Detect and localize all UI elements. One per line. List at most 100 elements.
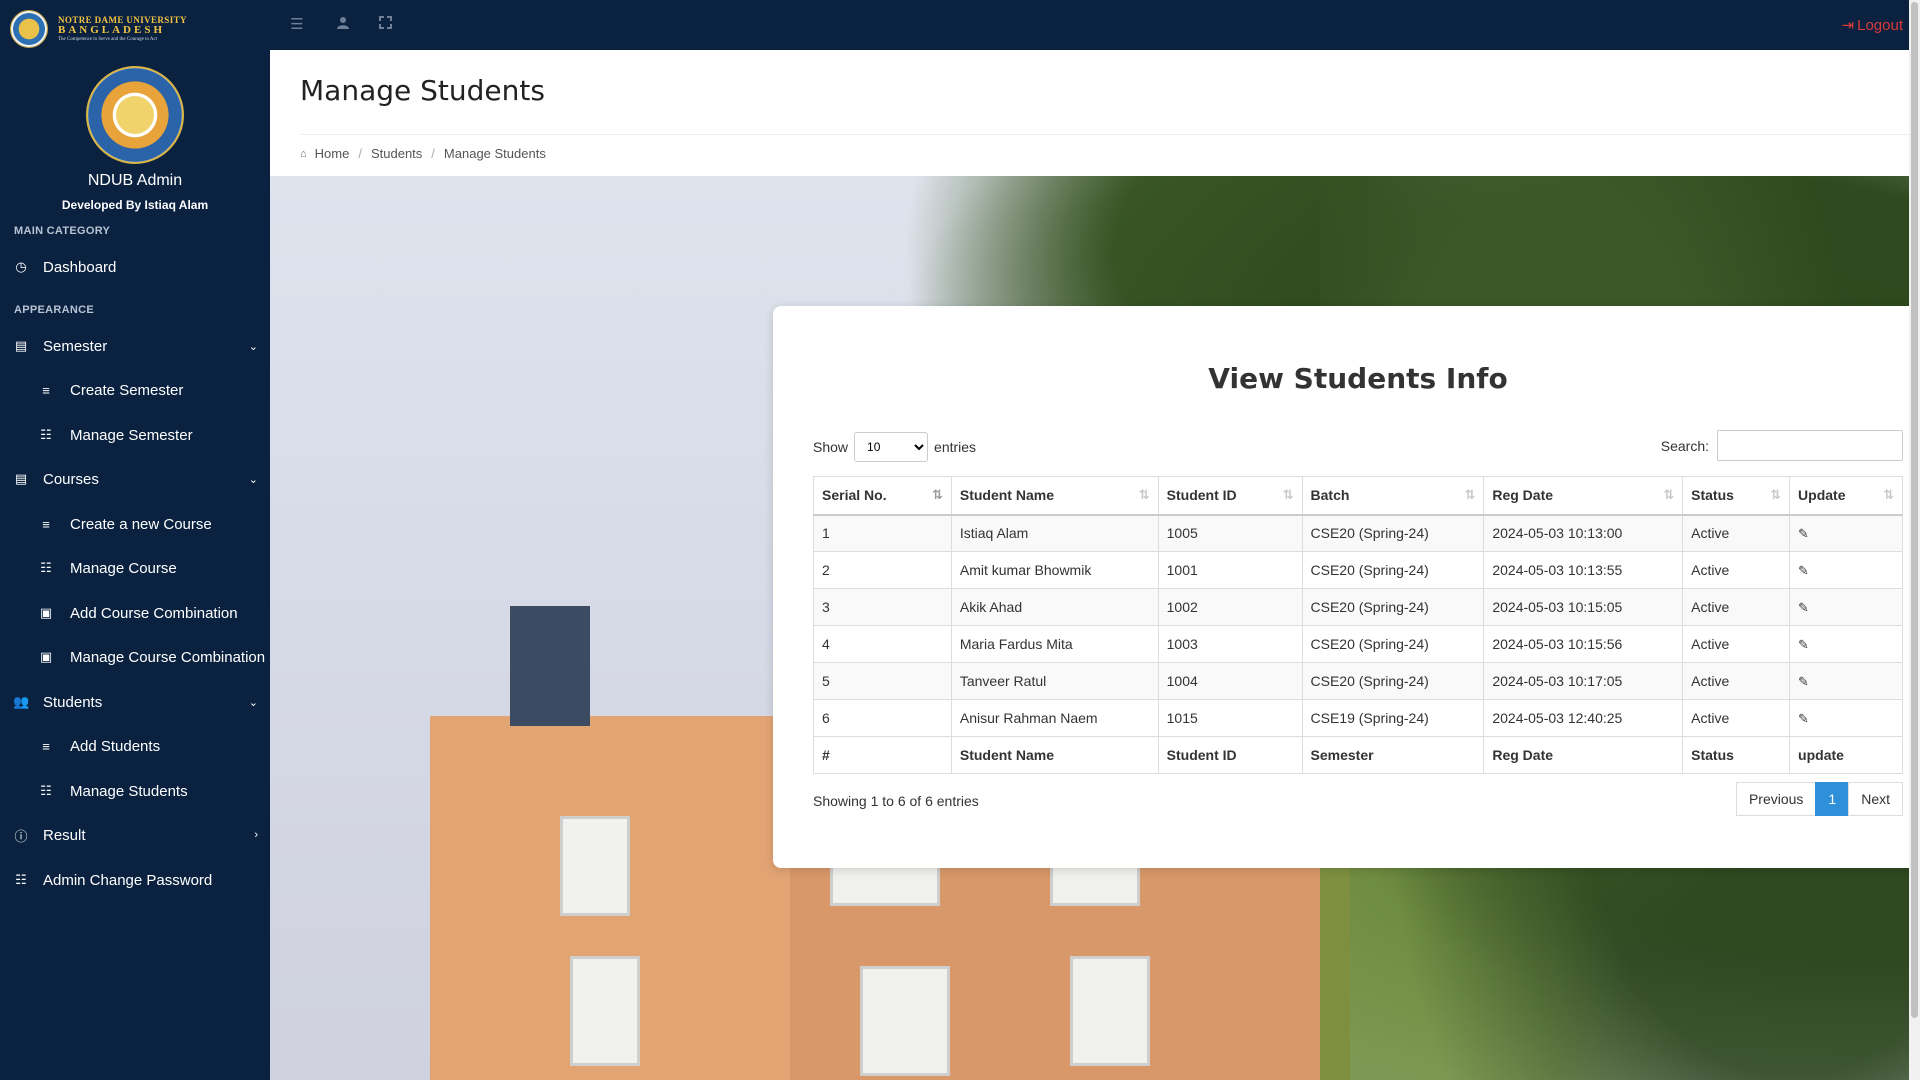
sign-out-icon: ⇥ <box>1841 17 1855 34</box>
user-icon[interactable] <box>334 16 352 34</box>
column-header-status[interactable]: Status ⇅ <box>1682 476 1791 516</box>
sidebar-item-label: Manage Course Combination <box>70 648 266 666</box>
sidebar-item-manage-semester[interactable]: ☷ Manage Semester <box>0 415 270 455</box>
breadcrumb-current: Manage Students <box>443 146 546 161</box>
breadcrumb-home[interactable]: Home <box>315 146 350 161</box>
sort-icon: ⇅ <box>1138 487 1150 502</box>
column-label: Student Name <box>959 487 1054 504</box>
building-window <box>560 816 630 916</box>
column-header-update[interactable]: Update ⇅ <box>1789 476 1903 516</box>
sidebar-item-label: Semester <box>43 337 108 355</box>
cell-reg-date: 2024-05-03 10:13:00 <box>1483 514 1684 552</box>
cell-status: Active <box>1682 588 1791 626</box>
column-header-reg-date[interactable]: Reg Date ⇅ <box>1483 476 1684 516</box>
cell-student-name: Amit kumar Bhowmik <box>950 551 1159 589</box>
footer-update: update <box>1789 736 1903 774</box>
menu-toggle-icon[interactable]: ☰ <box>288 16 306 34</box>
column-label: Serial No. <box>822 487 887 504</box>
sort-asc-icon: ⇅ <box>931 487 943 502</box>
logout-button[interactable]: ⇥ Logout <box>1841 16 1903 35</box>
table-row: 3 Akik Ahad 1002 CSE20 (Spring-24) 2024-… <box>813 588 1903 626</box>
cell-serial: 2 <box>813 551 952 589</box>
dashboard-icon: ◷ <box>15 259 27 274</box>
table-icon: ☷ <box>40 560 52 575</box>
building-upper <box>510 606 590 726</box>
university-brand[interactable]: NOTRE DAME UNIVERSITY BANGLADESH The Com… <box>10 8 187 50</box>
sidebar-item-label: Courses <box>43 470 99 488</box>
cell-update: ✎ <box>1789 514 1903 552</box>
cell-student-id: 1001 <box>1157 551 1303 589</box>
card-icon: ▣ <box>39 605 53 620</box>
cell-update: ✎ <box>1789 625 1903 663</box>
students-card: View Students Info Show 10 entries Searc… <box>773 306 1909 868</box>
edit-icon[interactable]: ✎ <box>1798 526 1809 541</box>
column-header-serial[interactable]: Serial No. ⇅ <box>813 476 952 516</box>
section-main-category: MAIN CATEGORY <box>14 225 111 237</box>
table-header-row: Serial No. ⇅ Student Name ⇅ Student ID ⇅ Ba… <box>813 476 1903 516</box>
sidebar-item-manage-course-combination[interactable]: ▣ Manage Course Combination <box>0 637 270 677</box>
cell-student-name: Maria Fardus Mita <box>950 625 1159 663</box>
edit-icon[interactable]: ✎ <box>1798 637 1809 652</box>
sidebar-item-add-students[interactable]: ≡ Add Students <box>0 726 270 766</box>
sidebar-item-semester[interactable]: ▤ Semester ⌄ <box>0 326 270 366</box>
next-page-button[interactable]: Next <box>1848 782 1903 816</box>
previous-page-button[interactable]: Previous <box>1735 782 1817 816</box>
footer-serial: # <box>813 736 952 774</box>
sidebar-item-students[interactable]: 👥 Students ⌄ <box>0 682 270 722</box>
show-label: Show <box>813 439 849 455</box>
table-icon: ☷ <box>15 872 27 887</box>
sort-icon: ⇅ <box>1883 487 1894 502</box>
sidebar-item-manage-course[interactable]: ☷ Manage Course <box>0 548 270 588</box>
edit-icon[interactable]: ✎ <box>1798 711 1809 726</box>
brand-country: BANGLADESH <box>58 24 166 37</box>
section-appearance: APPEARANCE <box>14 304 95 316</box>
scrollbar-thumb[interactable] <box>1911 2 1918 1018</box>
sidebar-item-label: Admin Change Password <box>43 871 213 889</box>
table-search: Search: <box>1661 430 1903 461</box>
table-row: 5 Tanveer Ratul 1004 CSE20 (Spring-24) 2… <box>813 662 1903 700</box>
cell-update: ✎ <box>1789 662 1903 700</box>
cell-batch: CSE20 (Spring-24) <box>1301 588 1485 626</box>
sidebar-item-admin-change-password[interactable]: ☷ Admin Change Password <box>0 860 270 900</box>
university-logo <box>86 66 184 164</box>
search-input[interactable] <box>1717 430 1903 461</box>
page-1-button[interactable]: 1 <box>1815 782 1850 816</box>
footer-student-id: Student ID <box>1157 736 1303 774</box>
column-label: Update <box>1798 487 1846 504</box>
cell-serial: 1 <box>813 514 952 552</box>
page-header: Manage Students ⌂ Home / Students / Mana… <box>270 50 1909 176</box>
cell-batch: CSE19 (Spring-24) <box>1301 699 1485 737</box>
edit-icon[interactable]: ✎ <box>1798 600 1809 615</box>
brand-motto: The Competence to Serve and the Courage … <box>58 36 158 42</box>
column-header-batch[interactable]: Batch ⇅ <box>1301 476 1485 516</box>
sidebar-item-create-course[interactable]: ≡ Create a new Course <box>0 504 270 544</box>
column-header-student-name[interactable]: Student Name ⇅ <box>950 476 1159 516</box>
cell-serial: 4 <box>813 625 952 663</box>
show-entries-control: Show 10 entries <box>813 432 976 462</box>
breadcrumb-students[interactable]: Students <box>371 146 422 161</box>
sidebar-item-add-course-combination[interactable]: ▣ Add Course Combination <box>0 593 270 633</box>
edit-icon[interactable]: ✎ <box>1798 674 1809 689</box>
card-icon: ▣ <box>39 649 53 664</box>
table-row: 2 Amit kumar Bhowmik 1001 CSE20 (Spring-… <box>813 551 1903 589</box>
sidebar-item-dashboard[interactable]: ◷ Dashboard <box>0 247 270 287</box>
page-scrollbar[interactable] <box>1909 0 1920 1080</box>
chevron-right-icon: › <box>254 829 258 841</box>
sidebar-item-result[interactable]: ⓘ Result › <box>0 815 270 855</box>
sidebar-item-courses[interactable]: ▤ Courses ⌄ <box>0 459 270 499</box>
header-divider <box>300 134 1909 135</box>
sidebar-item-label: Students <box>43 693 103 711</box>
cell-student-id: 1002 <box>1157 588 1303 626</box>
sidebar-item-manage-students[interactable]: ☷ Manage Students <box>0 771 270 811</box>
edit-icon[interactable]: ✎ <box>1798 563 1809 578</box>
footer-reg-date: Reg Date <box>1483 736 1684 774</box>
entries-per-page-select[interactable]: 10 <box>854 432 929 462</box>
university-seal-icon <box>10 10 48 48</box>
cell-batch: CSE20 (Spring-24) <box>1301 551 1485 589</box>
column-label: Status <box>1691 487 1734 504</box>
fullscreen-icon[interactable] <box>376 16 394 34</box>
building-window <box>570 956 640 1066</box>
sidebar-item-create-semester[interactable]: ≡ Create Semester <box>0 370 270 410</box>
breadcrumb-separator: / <box>358 146 362 161</box>
column-header-student-id[interactable]: Student ID ⇅ <box>1157 476 1303 516</box>
